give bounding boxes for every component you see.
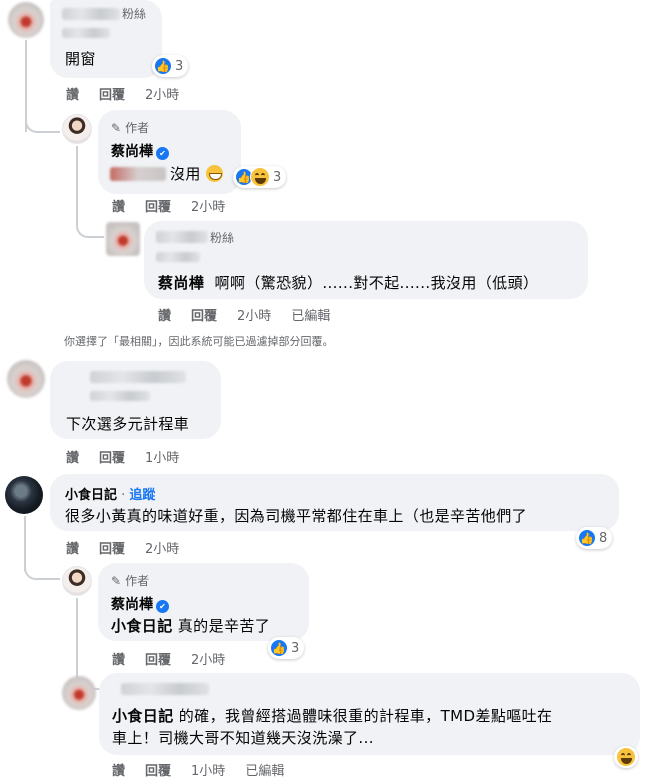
commenter-subline-blurred xyxy=(62,28,110,38)
reaction-summary[interactable]: 👍 3 xyxy=(152,55,189,77)
comment-text: 下次選多元計程車 xyxy=(66,415,190,433)
reply-text: 沒用 xyxy=(170,163,223,184)
mention-link[interactable]: 小食日記 xyxy=(112,707,174,725)
comment-bubble: 小食日記 · 追蹤 很多小黃真的味道好重，因為司機平常都住在車上（也是辛苦他們了 xyxy=(50,474,619,531)
reply-button[interactable]: 回覆 xyxy=(99,542,125,557)
reply-bubble: 小食日記 的確，我曾經搭過體味很重的計程車，TMD差點嘔吐在 車上！司機大哥不知… xyxy=(99,673,640,755)
edited-label[interactable]: 已編輯 xyxy=(245,764,284,779)
like-button[interactable]: 讚 xyxy=(112,764,125,779)
commenter-name[interactable]: 蔡尚樺 ✔ xyxy=(111,594,169,614)
reply-bubble: 粉絲 蔡尚樺 啊啊（驚恐貌）......對不起......我沒用（低頭） xyxy=(144,221,588,299)
like-button[interactable]: 讚 xyxy=(66,451,79,466)
reply-actions: 讚 回覆 2小時 已編輯 xyxy=(158,305,350,324)
like-button[interactable]: 讚 xyxy=(66,88,79,103)
commenter-subline-blurred xyxy=(90,391,150,401)
reply-button[interactable]: 回覆 xyxy=(145,653,171,668)
timestamp[interactable]: 2小時 xyxy=(237,309,271,324)
reaction-count: 3 xyxy=(291,640,300,656)
commenter-label: 粉絲 xyxy=(122,7,147,21)
commenter-name-blurred[interactable] xyxy=(90,371,186,383)
reply-button[interactable]: 回覆 xyxy=(99,88,125,103)
commenter-name-blurred[interactable] xyxy=(156,231,208,243)
reply-bubble: ✎ 作者 蔡尚樺 ✔ 沒用 xyxy=(98,110,241,194)
mention-link[interactable]: 蔡尚樺 xyxy=(158,274,204,292)
author-avatar[interactable] xyxy=(62,566,92,596)
reply-bubble: ✎ 作者 蔡尚樺 ✔ 小食日記 真的是辛苦了 xyxy=(98,563,309,641)
commenter-subline-blurred xyxy=(156,252,200,262)
mention-link[interactable]: 小食日記 xyxy=(111,617,173,635)
comment-bubble: 粉絲 開窗 xyxy=(50,0,162,78)
timestamp[interactable]: 1小時 xyxy=(145,451,179,466)
avatar[interactable] xyxy=(106,222,140,256)
comment-bubble: 下次選多元計程車 xyxy=(50,361,221,439)
timestamp[interactable]: 2小時 xyxy=(191,653,225,668)
avatar[interactable] xyxy=(62,676,96,710)
reply-button[interactable]: 回覆 xyxy=(99,451,125,466)
reaction-count: 3 xyxy=(175,58,184,74)
reaction-count: 3 xyxy=(273,169,282,185)
timestamp[interactable]: 2小時 xyxy=(145,88,179,103)
reaction-count: 8 xyxy=(599,530,608,546)
author-badge: ✎ 作者 xyxy=(111,121,150,135)
reply-text: 小食日記 的確，我曾經搭過體味很重的計程車，TMD差點嘔吐在 車上！司機大哥不知… xyxy=(112,707,553,747)
thread-connector xyxy=(25,115,60,133)
comment-actions: 讚 回覆 2小時 xyxy=(66,538,199,557)
edited-label[interactable]: 已編輯 xyxy=(291,309,330,324)
like-button[interactable]: 讚 xyxy=(112,200,125,215)
like-button[interactable]: 讚 xyxy=(158,309,171,324)
commenter-name[interactable]: 小食日記 xyxy=(65,488,117,503)
commenter-name[interactable]: 蔡尚樺 ✔ xyxy=(111,141,169,161)
author-badge: ✎ 作者 xyxy=(111,574,150,588)
comment-text: 開窗 xyxy=(65,50,96,68)
commenter-header: 小食日記 · 追蹤 xyxy=(65,488,156,503)
verified-icon: ✔ xyxy=(156,147,169,160)
grin-emoji xyxy=(205,165,223,182)
comment-actions: 讚 回覆 1小時 xyxy=(66,447,199,466)
comment-text: 很多小黃真的味道好重，因為司機平常都住在車上（也是辛苦他們了 xyxy=(65,507,528,525)
like-button[interactable]: 讚 xyxy=(112,653,125,668)
avatar[interactable] xyxy=(8,2,44,38)
timestamp[interactable]: 2小時 xyxy=(191,200,225,215)
author-avatar[interactable] xyxy=(62,114,92,144)
like-icon: 👍 xyxy=(270,639,288,657)
timestamp[interactable]: 2小時 xyxy=(145,542,179,557)
reaction-summary[interactable] xyxy=(614,746,638,768)
avatar[interactable] xyxy=(5,476,43,514)
commenter-label: 粉絲 xyxy=(210,231,235,245)
like-icon: 👍 xyxy=(578,529,596,547)
haha-icon xyxy=(250,167,270,187)
reaction-summary[interactable]: 👍 3 xyxy=(233,166,287,188)
thread-line xyxy=(76,146,78,218)
pen-icon: ✎ xyxy=(111,121,122,135)
thread-connector xyxy=(24,560,60,580)
thread-line xyxy=(76,598,78,670)
reply-button[interactable]: 回覆 xyxy=(191,309,217,324)
mention-blurred[interactable] xyxy=(110,167,166,181)
reply-button[interactable]: 回覆 xyxy=(145,200,171,215)
follow-link[interactable]: 追蹤 xyxy=(129,488,155,503)
like-button[interactable]: 讚 xyxy=(66,542,79,557)
avatar[interactable] xyxy=(7,360,45,398)
reply-actions: 讚 回覆 2小時 xyxy=(112,196,245,215)
haha-icon xyxy=(616,747,636,767)
comment-actions: 讚 回覆 2小時 xyxy=(66,84,199,103)
reply-actions: 讚 回覆 2小時 xyxy=(112,649,245,668)
like-icon: 👍 xyxy=(154,57,172,75)
commenter-name-blurred[interactable] xyxy=(62,8,120,20)
pen-icon: ✎ xyxy=(111,574,122,588)
reply-actions: 讚 回覆 1小時 已編輯 xyxy=(112,760,304,779)
verified-icon: ✔ xyxy=(156,600,169,613)
thread-connector xyxy=(76,218,104,238)
filter-notice: 你選擇了「最相關」，因此系統可能已過濾掉部分回覆。 xyxy=(64,335,334,348)
reply-button[interactable]: 回覆 xyxy=(145,764,171,779)
reply-text: 小食日記 真的是辛苦了 xyxy=(111,617,271,635)
timestamp[interactable]: 1小時 xyxy=(191,764,225,779)
commenter-name-blurred[interactable] xyxy=(121,683,209,695)
reaction-summary[interactable]: 👍 3 xyxy=(268,637,305,659)
reaction-summary[interactable]: 👍 8 xyxy=(576,527,613,549)
reply-text: 蔡尚樺 啊啊（驚恐貌）......對不起......我沒用（低頭） xyxy=(158,274,539,292)
